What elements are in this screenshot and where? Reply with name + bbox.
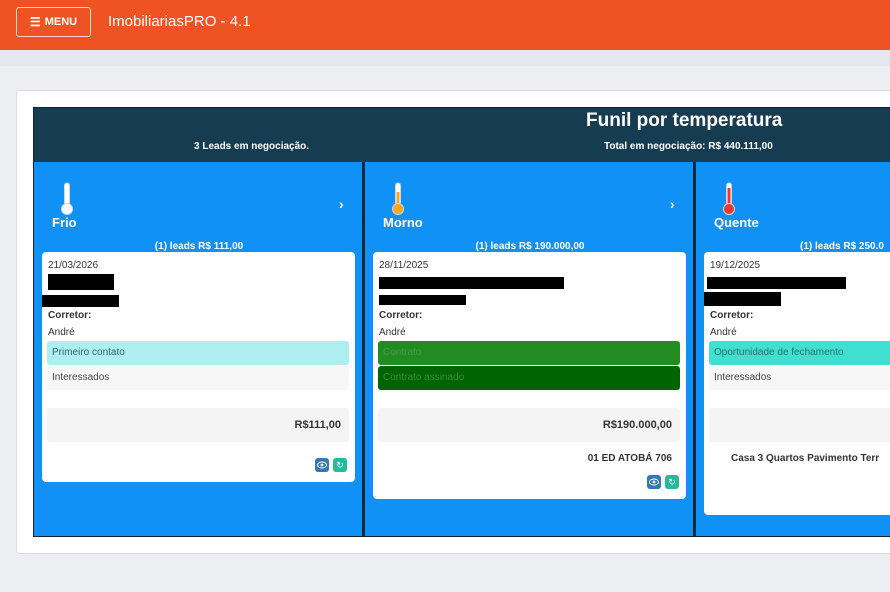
thermometer-icon [723,182,735,215]
property-title: Casa 3 Quartos Pavimento Terr [731,453,880,464]
status-tag: Contrato assinado [378,366,680,390]
menu-button[interactable]: ☰ MENU [16,7,91,37]
status-tag: Interessados [47,366,349,390]
column-name: Frio [52,215,77,230]
status-tag: Interessados [709,366,890,390]
price-box: R$190.000,00 [378,408,680,442]
redacted-name [707,277,846,289]
property-title: 01 ED ATOBÁ 706 [587,453,672,464]
column-summary: (1) leads R$ 111,00 [154,241,244,252]
column-name: Morno [383,215,423,230]
content-strip [0,50,890,66]
lead-card[interactable]: 28/11/2025 Corretor: André Contrato Cont… [373,252,686,499]
eye-icon[interactable] [647,475,661,489]
stage-tag: Contrato [378,341,680,365]
price-box [709,408,890,442]
thermometer-icon [392,182,404,215]
card-date: 21/03/2026 [48,260,99,271]
stage-tag: Oportunidade de fechamento [709,341,890,365]
funnel-header: Funil por temperatura 3 Leads em negocia… [34,108,890,162]
card-date: 19/12/2025 [710,260,761,271]
broker-name: André [48,327,75,338]
column-frio: Frio › (1) leads R$ 111,00 21/03/2026 Co… [34,162,364,536]
redacted-contact [704,292,781,306]
funnel-title: Funil por temperatura [586,110,783,131]
temperature-funnel: Funil por temperatura 3 Leads em negocia… [33,107,890,537]
price-box: R$111,00 [47,408,349,442]
broker-label: Corretor: [710,310,754,321]
menu-bars-icon: ☰ [29,15,41,29]
lead-card[interactable]: 21/03/2026 Corretor: André Primeiro cont… [42,252,355,482]
column-morno: Morno › (1) leads R$ 190.000,00 28/11/20… [365,162,695,536]
stage-tag: Primeiro contato [47,341,349,365]
column-summary: (1) leads R$ 190.000,00 [475,241,585,252]
redacted-name [379,277,564,289]
total-negotiation: Total em negociação: R$ 440.111,00 [604,141,773,152]
top-bar: ☰ MENU ImobiliariasPRO - 4.1 [0,0,890,50]
lead-card[interactable]: 19/12/2025 Corretor: André Oportunidade … [704,252,890,515]
refresh-icon[interactable]: ↻ [665,475,679,489]
chevron-right-icon[interactable]: › [670,196,675,212]
eye-icon[interactable] [315,458,329,472]
chevron-right-icon[interactable]: › [339,196,344,212]
card-price: R$111,00 [294,419,342,431]
broker-label: Corretor: [379,310,423,321]
column-name: Quente [714,215,759,230]
menu-label: MENU [44,16,78,28]
redacted-name [48,274,114,290]
column-summary: (1) leads R$ 250.0 [800,241,884,252]
app-title: ImobiliariasPRO - 4.1 [108,13,251,30]
broker-label: Corretor: [48,310,92,321]
card-price: R$190.000,00 [602,419,672,431]
thermometer-icon [61,182,73,215]
broker-name: André [379,327,406,338]
column-quente: Quente (1) leads R$ 250.0 19/12/2025 Cor… [696,162,890,536]
card-date: 28/11/2025 [379,260,429,271]
broker-name: André [710,327,737,338]
redacted-contact [42,295,119,307]
leads-count: 3 Leads em negociação. [194,141,310,152]
refresh-icon[interactable]: ↻ [333,458,347,472]
redacted-contact [379,295,466,305]
